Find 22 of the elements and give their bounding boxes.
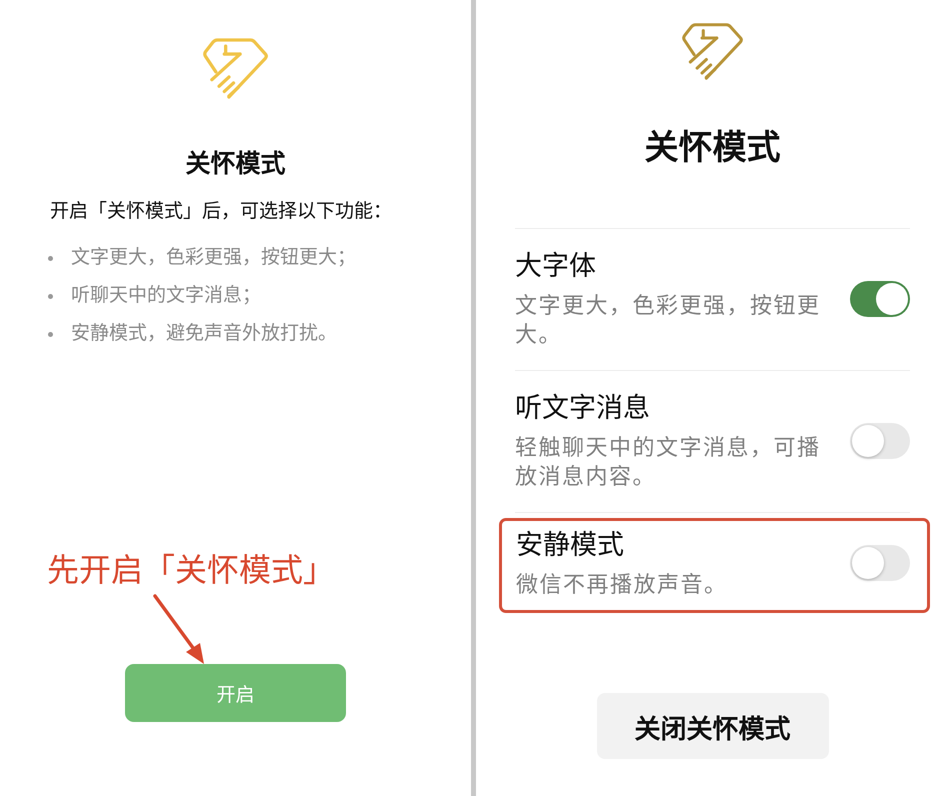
setting-description: 轻触聊天中的文字消息，可播放消息内容。	[515, 434, 822, 491]
close-mode-button[interactable]: 关闭关怀模式	[596, 693, 828, 759]
feature-text: 安静模式，避免声音外放打扰。	[71, 322, 337, 346]
feature-text: 听聊天中的文字消息；	[71, 284, 261, 308]
setting-title: 听文字消息	[515, 392, 651, 425]
screen-title: 关怀模式	[186, 150, 286, 178]
feature-text: 文字更大，色彩更强，按钮更大；	[71, 246, 356, 270]
intro-text: 开启「关怀模式」后，可选择以下功能：	[50, 200, 393, 224]
bullet-icon	[48, 294, 53, 298]
setting-title: 大字体	[515, 250, 597, 283]
hand-heart-icon	[202, 37, 269, 100]
setting-description: 文字更大，色彩更强，按钮更大。	[515, 292, 822, 349]
hand-heart-icon	[681, 22, 744, 81]
toggle-switch[interactable]	[850, 422, 910, 458]
setting-title: 安静模式	[516, 529, 625, 562]
screen-title: 关怀模式	[644, 128, 780, 169]
toggle-switch[interactable]	[850, 545, 910, 581]
bullet-icon	[48, 332, 53, 336]
setting-description: 微信不再播放声音。	[516, 571, 728, 599]
bullet-icon	[48, 256, 53, 260]
annotation-text: 先开启「关怀模式」	[47, 551, 336, 590]
toggle-switch[interactable]	[850, 280, 910, 316]
